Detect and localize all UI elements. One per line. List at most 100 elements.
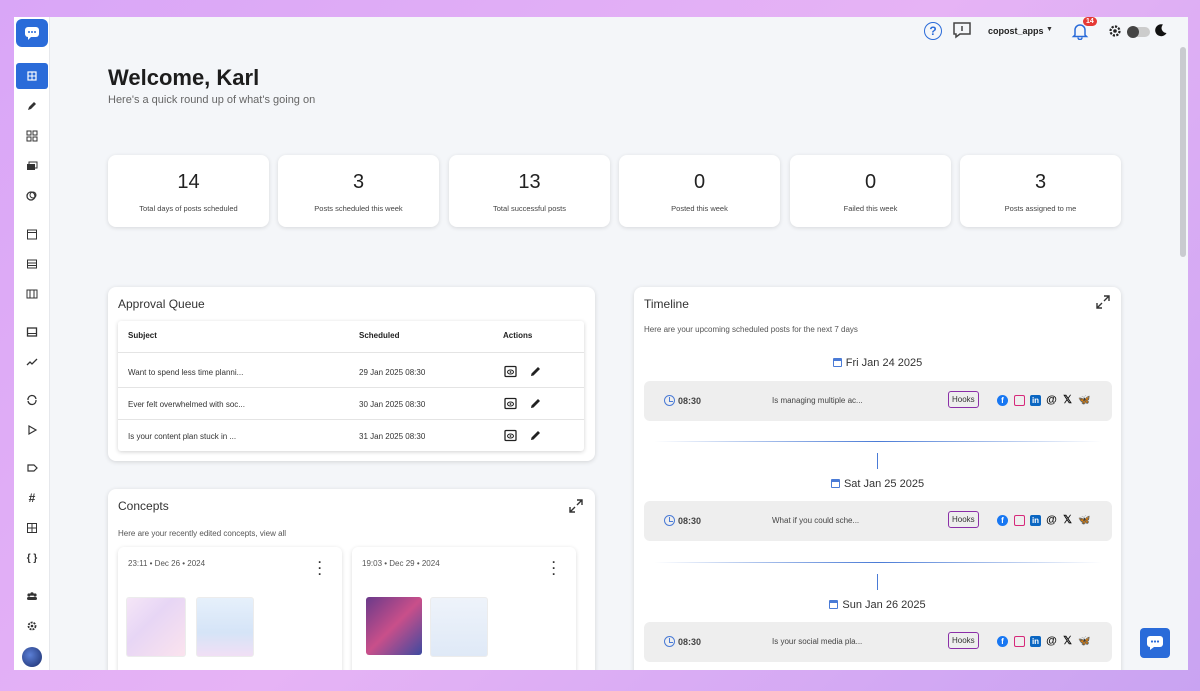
expand-icon[interactable] — [1096, 295, 1110, 309]
sidebar-item-hashtags[interactable]: # — [14, 485, 50, 511]
sidebar-item-dashboard[interactable] — [16, 63, 48, 89]
post-text: Is managing multiple ac... — [772, 396, 863, 405]
expand-icon[interactable] — [569, 499, 583, 513]
preview-icon[interactable] — [504, 397, 517, 410]
edit-icon[interactable] — [529, 365, 542, 378]
post-tag[interactable]: Hooks — [948, 511, 979, 528]
stat-value: 3 — [1034, 171, 1047, 193]
stat-card: 14 Total days of posts scheduled — [108, 155, 269, 227]
timeline-post[interactable]: 08:30 What if you could sche... Hooks f … — [644, 501, 1112, 541]
stat-label: Posts scheduled this week — [314, 204, 403, 213]
sidebar-item-templates[interactable] — [14, 515, 50, 541]
table-row[interactable]: Is your content plan stuck in ... 31 Jan… — [118, 420, 584, 452]
post-time: 08:30 — [678, 637, 702, 647]
clock-icon — [664, 515, 675, 526]
edit-icon[interactable] — [529, 429, 542, 442]
account-switcher[interactable]: copost_apps — [988, 26, 1044, 36]
calendar-icon — [829, 600, 839, 609]
stat-value: 3 — [352, 171, 365, 193]
sidebar-item-analytics[interactable] — [14, 349, 50, 375]
concepts-subtitle[interactable]: Here are your recently edited concepts, … — [118, 529, 286, 538]
timeline-card: Timeline Here are your upcoming schedule… — [634, 287, 1121, 670]
sidebar-item-library[interactable] — [14, 153, 50, 179]
sidebar-item-labels[interactable] — [14, 455, 50, 481]
table-row[interactable]: Ever felt overwhelmed with soc... 30 Jan… — [118, 388, 584, 420]
more-vertical-icon[interactable]: · · · — [552, 556, 556, 580]
row-scheduled: 31 Jan 2025 08:30 — [359, 432, 426, 441]
concept-thumbnail — [366, 597, 422, 655]
app-logo-icon[interactable] — [16, 19, 48, 47]
stat-value: 0 — [693, 171, 706, 193]
stat-value: 13 — [518, 171, 541, 193]
table-header: Subject Scheduled Actions — [118, 321, 584, 353]
sidebar-item-tags[interactable] — [14, 183, 50, 209]
bluesky-icon: 🦋 — [1078, 395, 1091, 406]
post-tag[interactable]: Hooks — [948, 391, 979, 408]
sidebar-item-board[interactable] — [14, 281, 50, 307]
stat-label: Total days of posts scheduled — [139, 204, 238, 213]
row-subject: Ever felt overwhelmed with soc... — [128, 400, 245, 409]
stat-value: 14 — [177, 171, 200, 193]
sidebar-item-calendar[interactable] — [14, 221, 50, 247]
timeline-divider — [654, 562, 1102, 563]
instagram-icon — [1014, 636, 1025, 647]
post-time: 08:30 — [678, 516, 702, 526]
table-row[interactable]: Want to spend less time planni... 29 Jan… — [118, 356, 584, 388]
theme-toggle[interactable] — [1127, 26, 1150, 38]
approval-table: Subject Scheduled Actions Want to spend … — [118, 321, 584, 451]
stat-label: Failed this week — [843, 204, 898, 213]
concepts-card: Concepts Here are your recently edited c… — [108, 489, 595, 670]
x-icon: 𝕏 — [1063, 635, 1072, 647]
concept-card[interactable]: 23:11 • Dec 26 • 2024 · · · — [118, 547, 342, 670]
scrollbar[interactable] — [1180, 47, 1186, 257]
timeline-subtitle: Here are your upcoming scheduled posts f… — [644, 325, 858, 334]
more-vertical-icon[interactable]: · · · — [318, 556, 322, 580]
threads-icon: @ — [1046, 635, 1057, 647]
chevron-down-icon[interactable]: ▼ — [1046, 26, 1053, 33]
timeline-date: Sat Jan 25 2025 — [634, 478, 1121, 490]
concept-date: 23:11 • Dec 26 • 2024 — [128, 559, 206, 568]
feedback-icon[interactable] — [952, 21, 972, 39]
facebook-icon: f — [997, 515, 1008, 526]
sidebar-item-list[interactable] — [14, 251, 50, 277]
concept-thumbnail — [126, 597, 186, 657]
linkedin-icon: in — [1030, 636, 1041, 647]
timeline-date: Sun Jan 26 2025 — [634, 599, 1121, 611]
user-avatar[interactable] — [22, 647, 42, 667]
timeline-post[interactable]: 08:30 Is managing multiple ac... Hooks f… — [644, 381, 1112, 421]
post-tag[interactable]: Hooks — [948, 632, 979, 649]
timeline-post[interactable]: 08:30 Is your social media pla... Hooks … — [644, 622, 1112, 662]
stat-card: 0 Failed this week — [790, 155, 951, 227]
threads-icon: @ — [1046, 514, 1057, 526]
sidebar-item-inbox[interactable] — [14, 319, 50, 345]
chat-button[interactable] — [1140, 628, 1170, 658]
sidebar-item-team[interactable] — [14, 583, 50, 609]
concept-card[interactable]: 19:03 • Dec 29 • 2024 · · · — [352, 547, 576, 670]
column-header-subject: Subject — [128, 331, 157, 340]
stat-label: Total successful posts — [493, 204, 566, 213]
stat-card: 13 Total successful posts — [449, 155, 610, 227]
timeline-divider — [654, 441, 1102, 442]
sidebar-item-settings[interactable] — [14, 613, 50, 639]
sidebar-item-play[interactable] — [14, 417, 50, 443]
sidebar-item-recycle[interactable] — [14, 387, 50, 413]
row-scheduled: 29 Jan 2025 08:30 — [359, 368, 426, 377]
gear-icon[interactable] — [1108, 24, 1122, 38]
moon-icon[interactable] — [1154, 23, 1168, 37]
facebook-icon: f — [997, 636, 1008, 647]
preview-icon[interactable] — [504, 429, 517, 442]
sidebar-item-code[interactable]: { } — [14, 545, 50, 571]
row-scheduled: 30 Jan 2025 08:30 — [359, 400, 426, 409]
preview-icon[interactable] — [504, 365, 517, 378]
sidebar: # { } — [14, 17, 50, 670]
sidebar-item-grid[interactable] — [14, 123, 50, 149]
stat-card: 3 Posts scheduled this week — [278, 155, 439, 227]
sidebar-item-compose[interactable] — [14, 93, 50, 119]
instagram-icon — [1014, 515, 1025, 526]
edit-icon[interactable] — [529, 397, 542, 410]
help-icon[interactable]: ? — [924, 22, 942, 40]
clock-icon — [664, 636, 675, 647]
approval-queue-title: Approval Queue — [118, 297, 205, 311]
x-icon: 𝕏 — [1063, 514, 1072, 526]
concepts-title: Concepts — [118, 499, 169, 513]
